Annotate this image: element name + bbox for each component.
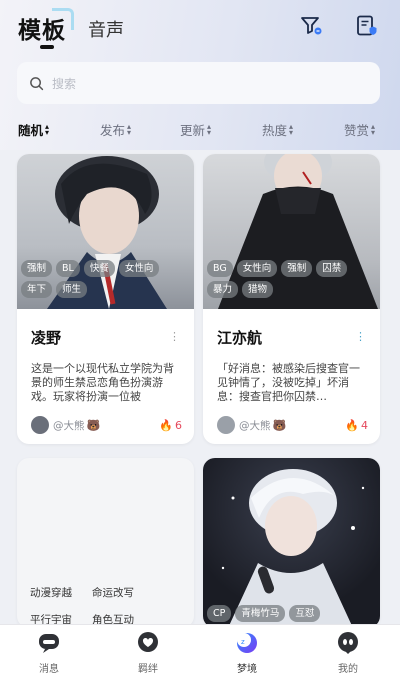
tag: 强制 bbox=[21, 260, 53, 277]
character-portrait bbox=[203, 458, 380, 628]
sort-label: 赞赏 bbox=[344, 123, 370, 138]
card-title: 凌野 bbox=[31, 329, 62, 347]
character-card-lingye[interactable]: 强制 BL 快餐 女性向 年下 师生 凌野 ⋮ 这是一个以现代私立学院为背景的师… bbox=[17, 154, 194, 444]
bear-icon: 🐻 bbox=[272, 418, 287, 432]
sort-arrows-icon: ▴ ▾ bbox=[289, 121, 294, 137]
sort-arrows-icon: ▴ ▾ bbox=[207, 121, 212, 137]
dream-icon: z bbox=[235, 631, 259, 655]
sort-random[interactable]: 随机 ▴ ▾ bbox=[18, 120, 49, 139]
tab-messages[interactable]: 消息 bbox=[19, 631, 79, 675]
bond-icon bbox=[136, 631, 160, 655]
tag: 快餐 bbox=[83, 260, 115, 277]
flame-icon: 🔥 bbox=[345, 418, 359, 432]
like-value: 4 bbox=[361, 418, 368, 432]
avatar[interactable] bbox=[217, 416, 235, 434]
tab-template[interactable]: 模板 bbox=[18, 11, 66, 45]
message-icon bbox=[37, 631, 61, 655]
note-badge-icon[interactable] bbox=[354, 13, 380, 39]
tag: 暴力 bbox=[207, 281, 239, 298]
header: 模板 音声 bbox=[0, 0, 400, 56]
author-name[interactable]: @大熊 bbox=[53, 418, 85, 433]
tag: CP bbox=[207, 605, 232, 622]
card-description: 「好消息：被感染后搜查官一见钟情了，没被吃掉」坏消息：搜查官把你囚禁… bbox=[217, 362, 360, 403]
tag: 强制 bbox=[281, 260, 313, 277]
more-options-icon[interactable]: ⋮ bbox=[355, 330, 366, 343]
card-title: 江亦航 bbox=[217, 329, 263, 347]
tab-label: 我的 bbox=[338, 664, 358, 675]
sort-label: 热度 bbox=[262, 123, 288, 138]
tag: 猎物 bbox=[242, 281, 274, 298]
like-count[interactable]: 🔥 6 bbox=[159, 419, 182, 432]
tag: 命运改写 bbox=[92, 587, 134, 599]
tab-voice[interactable]: 音声 bbox=[88, 16, 124, 42]
search-placeholder: 搜索 bbox=[52, 76, 77, 91]
tag: 囚禁 bbox=[316, 260, 348, 277]
search-icon bbox=[30, 76, 44, 90]
tag: 动漫穿越 bbox=[30, 587, 72, 599]
more-options-icon[interactable]: ⋮ bbox=[169, 330, 180, 343]
svg-text:z: z bbox=[241, 638, 245, 646]
sort-bar: 随机 ▴ ▾ 发布 ▴ ▾ 更新 ▴ ▾ 热度 ▴ ▾ 赞赏 ▴ ▾ bbox=[0, 120, 400, 142]
tag-list: 动漫穿越 命运改写 平行宇宙 角色互动 bbox=[30, 585, 180, 627]
sort-arrows-icon: ▴ ▾ bbox=[371, 121, 376, 137]
sort-popularity[interactable]: 热度 ▴ ▾ bbox=[262, 120, 293, 139]
avatar[interactable] bbox=[31, 416, 49, 434]
tag: 青梅竹马 bbox=[235, 605, 286, 622]
tag: BG bbox=[207, 260, 233, 277]
card-description: 这是一个以现代私立学院为背景的师生禁忌恋角色扮演游戏。玩家将扮演一位被 bbox=[31, 362, 174, 403]
tag: 女性向 bbox=[236, 260, 278, 277]
sort-label: 发布 bbox=[100, 123, 126, 138]
sort-label: 更新 bbox=[180, 123, 206, 138]
tag: 女性向 bbox=[118, 260, 160, 277]
tag-list: BG 女性向 强制 囚禁 暴力 猎物 bbox=[207, 260, 377, 298]
tab-label: 羁绊 bbox=[138, 664, 158, 675]
tag: 师生 bbox=[56, 281, 88, 298]
tag: BL bbox=[56, 260, 80, 277]
tab-active-indicator bbox=[40, 45, 54, 49]
bottom-tab-bar: 消息 羁绊 z 梦境 我的 bbox=[0, 624, 400, 686]
sort-label: 随机 bbox=[18, 123, 44, 138]
flame-icon: 🔥 bbox=[159, 418, 173, 432]
character-card-jiangyihang[interactable]: BG 女性向 强制 囚禁 暴力 猎物 江亦航 ⋮ 「好消息：被感染后搜查官一见钟… bbox=[203, 154, 380, 444]
sort-publish[interactable]: 发布 ▴ ▾ bbox=[100, 120, 131, 139]
filter-icon[interactable] bbox=[298, 13, 324, 39]
sort-arrows-icon: ▴ ▾ bbox=[127, 121, 132, 137]
character-card-3[interactable]: 动漫穿越 命运改写 平行宇宙 角色互动 bbox=[17, 458, 194, 628]
tag: 互怼 bbox=[289, 605, 321, 622]
tab-profile[interactable]: 我的 bbox=[318, 631, 378, 675]
like-value: 6 bbox=[175, 418, 182, 432]
sort-arrows-icon: ▴ ▾ bbox=[45, 121, 50, 137]
card-footer: @大熊 🐻 🔥 4 bbox=[217, 416, 368, 434]
tag: 年下 bbox=[21, 281, 53, 298]
like-count[interactable]: 🔥 4 bbox=[345, 419, 368, 432]
tab-dream[interactable]: z 梦境 bbox=[217, 631, 277, 675]
tab-label: 消息 bbox=[39, 664, 59, 675]
character-card-4[interactable]: CP 青梅竹马 互怼 bbox=[203, 458, 380, 628]
profile-icon bbox=[336, 631, 360, 655]
tab-bond[interactable]: 羁绊 bbox=[118, 631, 178, 675]
tag-list: CP 青梅竹马 互怼 bbox=[207, 605, 377, 622]
author-name[interactable]: @大熊 bbox=[239, 418, 271, 433]
search-bar[interactable]: 搜索 bbox=[17, 62, 380, 104]
sort-update[interactable]: 更新 ▴ ▾ bbox=[180, 120, 211, 139]
tag-list: 强制 BL 快餐 女性向 年下 师生 bbox=[21, 260, 191, 298]
card-footer: @大熊 🐻 🔥 6 bbox=[31, 416, 182, 434]
tab-label: 梦境 bbox=[237, 664, 257, 675]
sort-reward[interactable]: 赞赏 ▴ ▾ bbox=[344, 120, 375, 139]
bear-icon: 🐻 bbox=[86, 418, 101, 432]
